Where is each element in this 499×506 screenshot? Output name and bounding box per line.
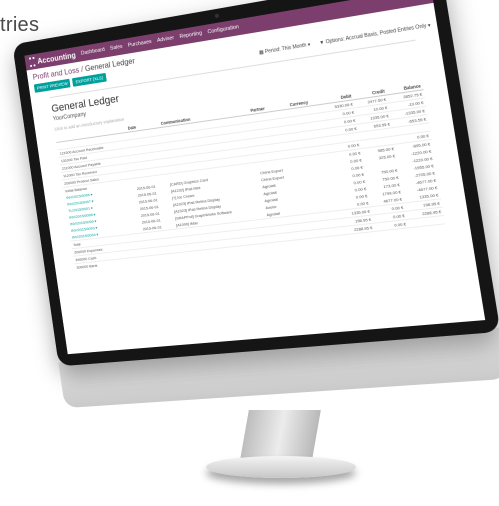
- ledger-rows: 5330.00 €2477.50 €2852.75 €121000 Accoun…: [56, 90, 447, 271]
- camera-icon: [214, 13, 220, 19]
- apps-grid-icon[interactable]: [29, 56, 36, 68]
- menu-purchases[interactable]: Purchases: [128, 39, 153, 49]
- monitor-bezel: Accounting Dashboard Sales Purchases Adv…: [12, 0, 499, 367]
- print-preview-button[interactable]: PRINT PREVIEW: [33, 78, 71, 93]
- app-screen: Accounting Dashboard Sales Purchases Adv…: [24, 0, 486, 355]
- export-xls-button[interactable]: EXPORT (XLS): [72, 72, 107, 87]
- background-heading-fragment: tries: [0, 14, 40, 36]
- monitor-base: [206, 456, 356, 478]
- monitor: Accounting Dashboard Sales Purchases Adv…: [12, 0, 499, 409]
- menu-sales[interactable]: Sales: [110, 44, 123, 52]
- menu-configuration[interactable]: Configuration: [207, 24, 239, 35]
- menu-dashboard[interactable]: Dashboard: [80, 47, 105, 57]
- period-filter[interactable]: ▦ Period: This Month ▾: [259, 41, 311, 55]
- menu-adviser[interactable]: Adviser: [157, 35, 175, 44]
- menu-reporting[interactable]: Reporting: [179, 30, 202, 40]
